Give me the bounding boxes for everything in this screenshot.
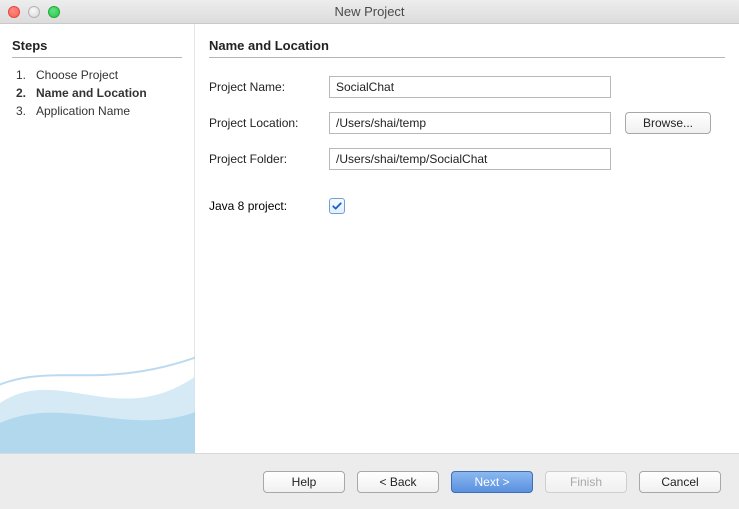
steps-list: 1. Choose Project 2. Name and Location 3… (12, 66, 182, 120)
project-name-input[interactable] (329, 76, 611, 98)
panel-heading: Name and Location (209, 38, 725, 58)
cancel-button[interactable]: Cancel (639, 471, 721, 493)
sidebar: Steps 1. Choose Project 2. Name and Loca… (0, 24, 195, 453)
java8-checkbox[interactable] (329, 198, 345, 214)
step-label: Name and Location (36, 86, 147, 100)
step-item: 3. Application Name (12, 102, 182, 120)
project-location-input[interactable] (329, 112, 611, 134)
project-folder-label: Project Folder: (209, 152, 321, 166)
java8-label: Java 8 project: (209, 199, 321, 213)
browse-button[interactable]: Browse... (625, 112, 711, 134)
checkmark-icon (331, 200, 343, 212)
content-area: Steps 1. Choose Project 2. Name and Loca… (0, 24, 739, 453)
back-button[interactable]: < Back (357, 471, 439, 493)
help-button[interactable]: Help (263, 471, 345, 493)
step-number: 2. (12, 86, 26, 100)
steps-heading: Steps (12, 38, 182, 58)
step-label: Choose Project (36, 68, 118, 82)
java8-row: Java 8 project: (209, 198, 725, 214)
project-name-label: Project Name: (209, 80, 321, 94)
project-folder-input[interactable] (329, 148, 611, 170)
window-title: New Project (0, 4, 739, 19)
form: Project Name: Project Location: Browse..… (209, 76, 725, 170)
next-button[interactable]: Next > (451, 471, 533, 493)
titlebar: New Project (0, 0, 739, 24)
step-item: 1. Choose Project (12, 66, 182, 84)
step-item: 2. Name and Location (12, 84, 182, 102)
project-location-label: Project Location: (209, 116, 321, 130)
main-panel: Name and Location Project Name: Project … (195, 24, 739, 453)
decorative-wave-art (0, 333, 195, 453)
step-number: 3. (12, 104, 26, 118)
step-label: Application Name (36, 104, 130, 118)
finish-button: Finish (545, 471, 627, 493)
footer-buttons: Help < Back Next > Finish Cancel (0, 453, 739, 509)
step-number: 1. (12, 68, 26, 82)
